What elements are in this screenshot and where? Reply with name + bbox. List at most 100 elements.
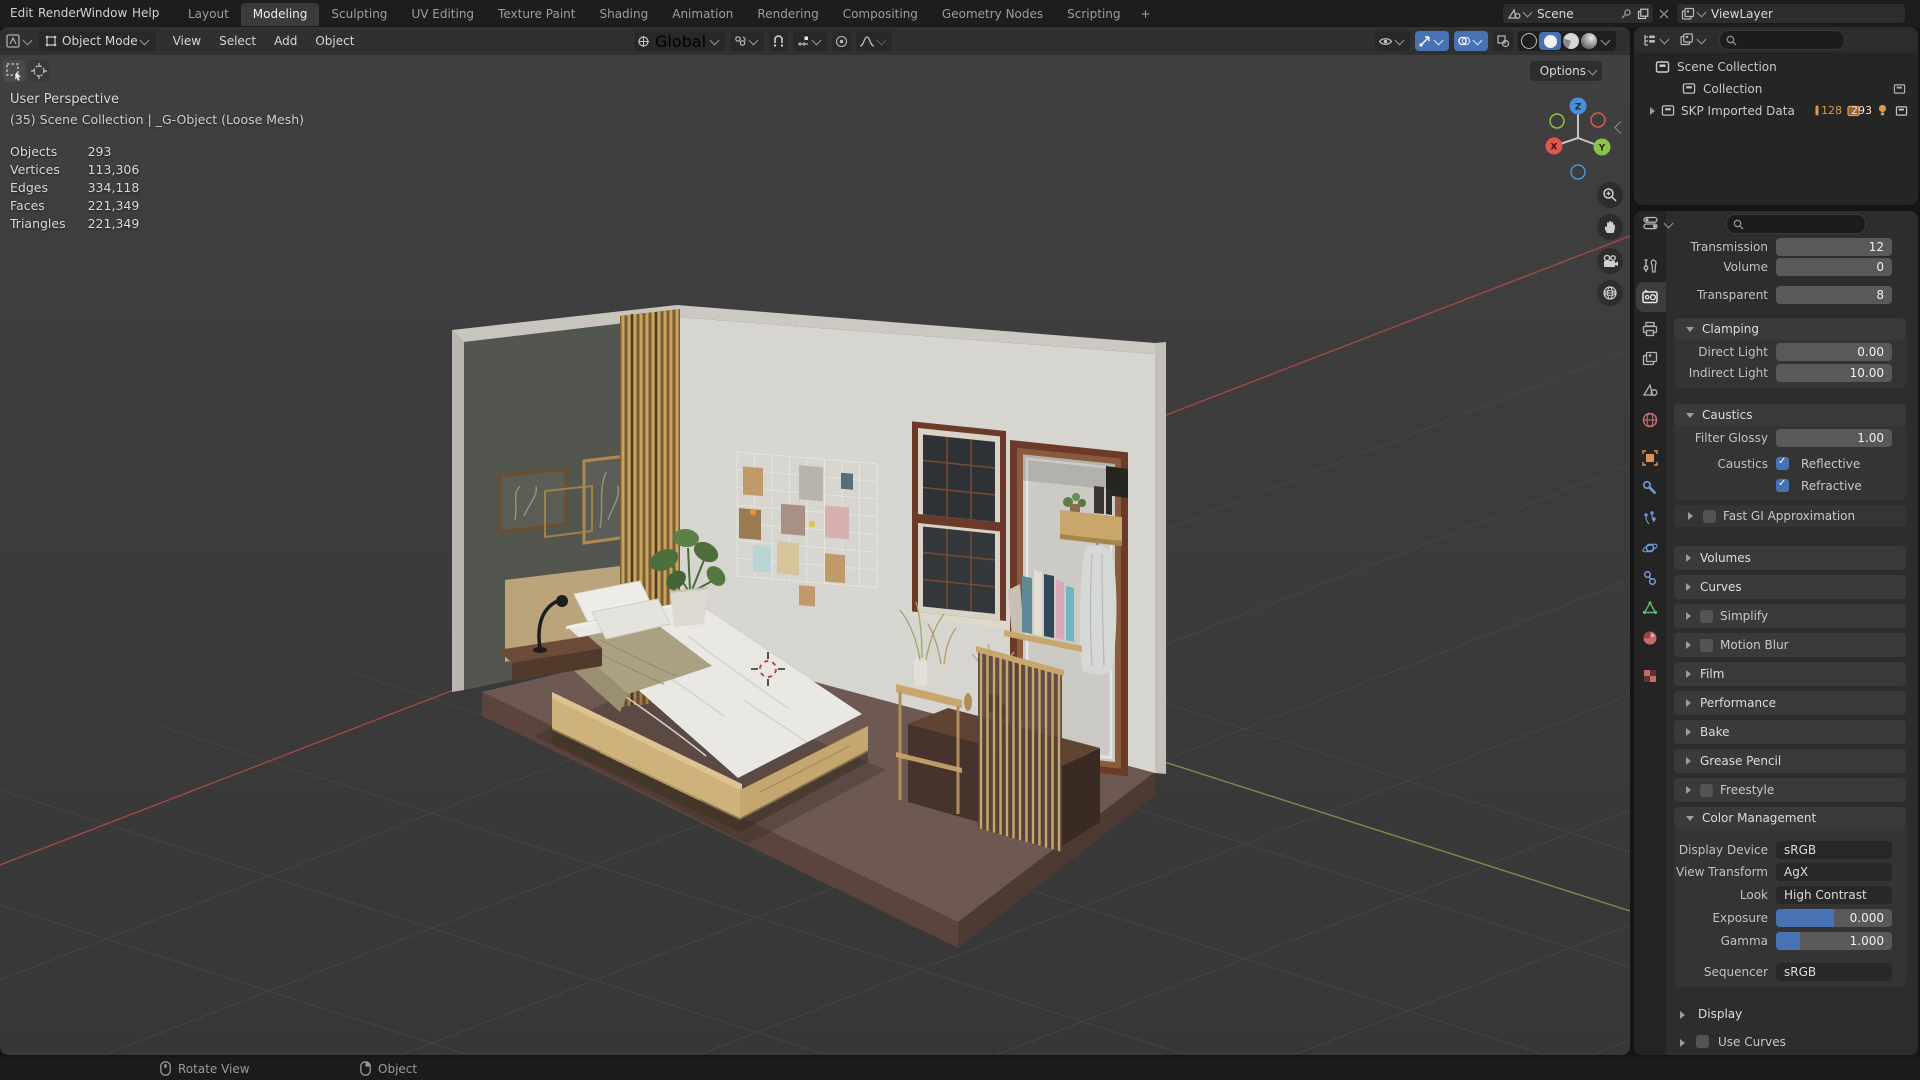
axis-neg-x-handle[interactable] xyxy=(1590,112,1606,128)
outliner-display-mode-icon[interactable] xyxy=(1642,32,1658,48)
panel-performance[interactable]: Performance xyxy=(1674,691,1906,715)
tab-material-icon[interactable] xyxy=(1641,629,1659,647)
tab-scripting[interactable]: Scripting xyxy=(1055,3,1132,26)
tab-scene-icon[interactable] xyxy=(1641,381,1659,399)
reflective-checkbox[interactable] xyxy=(1776,456,1789,470)
tab-uv-editing[interactable]: UV Editing xyxy=(399,3,486,26)
panel-fast-gi-header[interactable]: Fast GI Approximation xyxy=(1674,505,1906,527)
tool-select-box-button[interactable] xyxy=(3,60,25,82)
outliner-search-input[interactable] xyxy=(1719,30,1845,50)
tab-geometry-nodes[interactable]: Geometry Nodes xyxy=(930,3,1055,26)
tab-tool-icon[interactable] xyxy=(1641,257,1659,275)
transmission-input[interactable]: 12 xyxy=(1776,238,1892,256)
expand-icon[interactable] xyxy=(1650,106,1655,115)
new-scene-icon[interactable] xyxy=(1637,8,1649,20)
panel-motion-blur[interactable]: Motion Blur xyxy=(1674,633,1906,657)
zoom-button[interactable] xyxy=(1597,182,1623,208)
menu-help[interactable]: Help xyxy=(128,0,163,27)
panel-bake[interactable]: Bake xyxy=(1674,720,1906,744)
exposure-slider[interactable]: 0.000 xyxy=(1776,909,1892,927)
gamma-slider[interactable]: 1.000 xyxy=(1776,932,1892,950)
menu-add[interactable]: Add xyxy=(265,34,306,48)
panel-use-curves[interactable]: Use Curves xyxy=(1666,1032,1918,1052)
pin-icon[interactable] xyxy=(1620,8,1632,20)
tab-animation[interactable]: Animation xyxy=(660,3,745,26)
tab-shading[interactable]: Shading xyxy=(587,3,660,26)
properties-editor-icon[interactable] xyxy=(1642,215,1660,231)
tab-modifiers-icon[interactable] xyxy=(1641,479,1659,497)
pan-button[interactable] xyxy=(1597,214,1623,240)
room-model[interactable] xyxy=(452,305,1166,948)
material-preview-button[interactable] xyxy=(1563,33,1579,49)
camera-view-button[interactable] xyxy=(1597,248,1623,274)
use-curves-checkbox[interactable] xyxy=(1696,1035,1709,1048)
axis-neg-y-handle[interactable] xyxy=(1549,113,1565,129)
pivot-dropdown[interactable] xyxy=(730,31,765,51)
tab-particles-icon[interactable] xyxy=(1641,509,1659,527)
solid-shading-button[interactable] xyxy=(1539,32,1561,50)
look-dropdown[interactable]: High Contrast xyxy=(1776,886,1892,904)
fast-gi-checkbox[interactable] xyxy=(1703,509,1716,523)
direct-light-input[interactable]: 0.00 xyxy=(1776,343,1892,361)
tab-physics-icon[interactable] xyxy=(1641,539,1659,557)
panel-caustics-header[interactable]: Caustics xyxy=(1674,404,1906,426)
freestyle-checkbox[interactable] xyxy=(1700,783,1713,797)
visibility-dropdown[interactable] xyxy=(1375,31,1410,51)
outliner-filter-icon[interactable] xyxy=(1679,32,1695,48)
motion-blur-checkbox[interactable] xyxy=(1700,638,1713,652)
wireframe-shading-button[interactable] xyxy=(1521,33,1537,49)
panel-grease-pencil[interactable]: Grease Pencil xyxy=(1674,749,1906,773)
view-layer-selector[interactable]: ViewLayer xyxy=(1676,3,1906,24)
mode-dropdown[interactable]: Object Mode xyxy=(39,31,156,51)
display-device-dropdown[interactable]: sRGB xyxy=(1776,841,1892,859)
show-overlays-toggle[interactable] xyxy=(1454,31,1488,51)
tab-constraints-icon[interactable] xyxy=(1641,569,1659,587)
axis-neg-z-handle[interactable] xyxy=(1570,164,1586,180)
tab-object-icon[interactable] xyxy=(1641,449,1659,467)
view-transform-dropdown[interactable]: AgX xyxy=(1776,863,1892,881)
tab-view-layer-icon[interactable] xyxy=(1641,350,1659,368)
proportional-editing-toggle[interactable] xyxy=(832,31,852,51)
tab-render-icon[interactable] xyxy=(1641,288,1659,306)
transparent-input[interactable]: 8 xyxy=(1776,286,1892,304)
snap-toggle[interactable] xyxy=(769,31,789,51)
xray-toggle[interactable] xyxy=(1493,31,1513,51)
refractive-checkbox[interactable] xyxy=(1776,478,1789,492)
panel-clamping-header[interactable]: Clamping xyxy=(1674,318,1906,340)
tab-sculpting[interactable]: Sculpting xyxy=(319,3,399,26)
tab-texture-paint[interactable]: Texture Paint xyxy=(486,3,587,26)
panel-color-management-header[interactable]: Color Management xyxy=(1674,807,1906,829)
tab-rendering[interactable]: Rendering xyxy=(745,3,830,26)
tab-output-icon[interactable] xyxy=(1641,320,1659,338)
scene-selector[interactable]: Scene xyxy=(1502,3,1654,24)
editor-type-icon[interactable] xyxy=(5,33,21,49)
simplify-checkbox[interactable] xyxy=(1700,609,1713,623)
outliner-row-collection[interactable]: Collection xyxy=(1634,78,1918,99)
outliner-row-skp-imported-data[interactable]: SKP Imported Data 128 293 xyxy=(1634,100,1918,121)
panel-display[interactable]: Display xyxy=(1666,1004,1918,1024)
panel-simplify[interactable]: Simplify xyxy=(1674,604,1906,628)
menu-select[interactable]: Select xyxy=(210,34,265,48)
panel-freestyle[interactable]: Freestyle xyxy=(1674,778,1906,802)
menu-object[interactable]: Object xyxy=(306,34,363,48)
tab-object-data-icon[interactable] xyxy=(1641,599,1659,617)
rendered-shading-button[interactable] xyxy=(1581,33,1597,49)
panel-curves[interactable]: Curves xyxy=(1674,575,1906,599)
tab-texture-icon[interactable] xyxy=(1641,667,1659,685)
add-workspace-button[interactable]: + xyxy=(1133,3,1159,26)
snap-target-dropdown[interactable] xyxy=(793,31,828,51)
navigation-gizmo[interactable]: Z X Y xyxy=(1540,96,1618,188)
panel-film[interactable]: Film xyxy=(1674,662,1906,686)
show-gizmo-toggle[interactable] xyxy=(1415,31,1449,51)
unlink-scene-icon[interactable] xyxy=(1658,8,1670,20)
menu-view[interactable]: View xyxy=(164,34,210,48)
tab-modeling[interactable]: Modeling xyxy=(240,3,320,26)
indirect-light-input[interactable]: 10.00 xyxy=(1776,364,1892,382)
tab-compositing[interactable]: Compositing xyxy=(831,3,930,26)
tab-layout[interactable]: Layout xyxy=(176,3,241,26)
viewport-3d[interactable]: Object Mode View Select Add Object Globa… xyxy=(0,27,1630,1055)
toggle-orthographic-button[interactable] xyxy=(1597,280,1623,306)
volume-input[interactable]: 0 xyxy=(1776,258,1892,276)
outliner-row-scene-collection[interactable]: Scene Collection xyxy=(1634,56,1918,77)
orientation-dropdown[interactable]: Global xyxy=(634,31,726,51)
